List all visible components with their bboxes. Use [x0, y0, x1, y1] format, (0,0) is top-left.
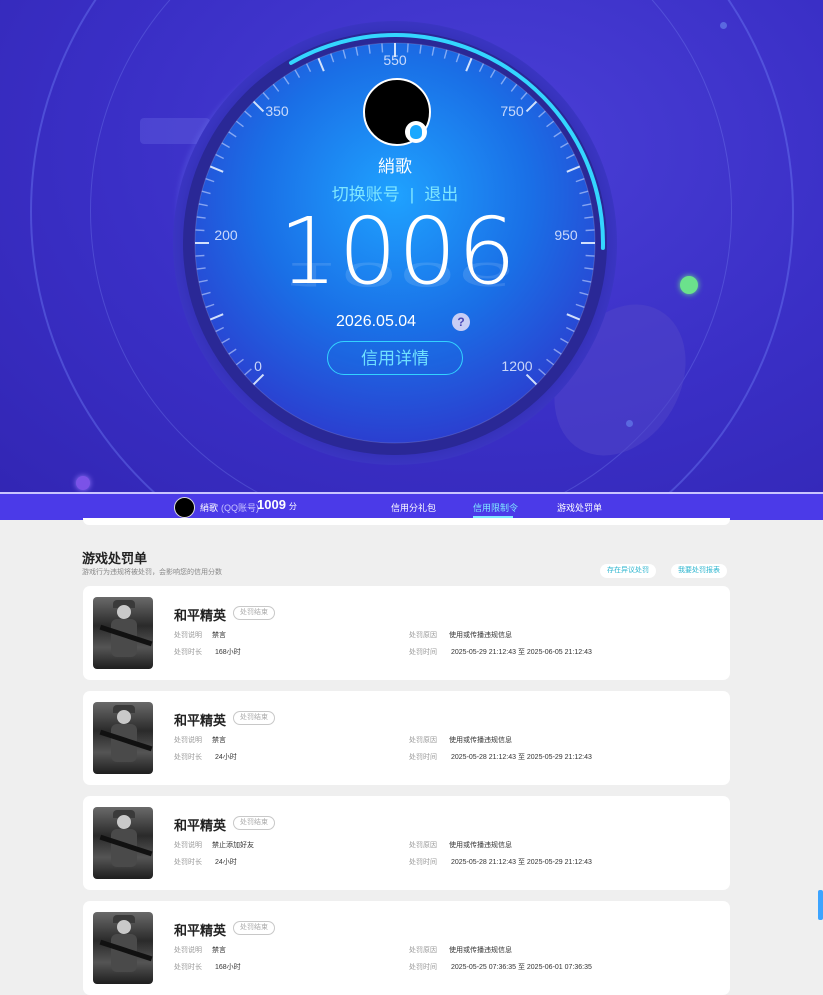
decor-dot-purple [76, 476, 90, 490]
score-date: 2026.05.04 [336, 313, 417, 330]
desc-label: 处罚说明 [174, 632, 202, 639]
reason-label: 处罚原因 [409, 842, 437, 849]
time-value: 2025-05-28 21:12:43 至 2025-05-29 21:12:4… [451, 754, 592, 761]
desc-value: 禁言 [212, 632, 226, 639]
nav-nickname: 綃歌 (QQ账号) [200, 503, 260, 513]
time-label: 处罚时间 [409, 754, 437, 761]
time-label: 处罚时间 [409, 859, 437, 866]
game-thumbnail [93, 702, 153, 774]
reason-value: 使用或传播违规信息 [449, 947, 512, 954]
duration-value: 168小时 [215, 649, 241, 656]
qq-icon [405, 121, 427, 143]
duration-value: 168小时 [215, 964, 241, 971]
nav-score: 1009 分 [257, 497, 297, 512]
credit-detail-button[interactable]: 信用详情 [327, 341, 463, 375]
status-badge: 处罚结束 [233, 921, 275, 935]
previous-card-edge [83, 518, 730, 525]
game-thumbnail [93, 597, 153, 669]
desc-label: 处罚说明 [174, 737, 202, 744]
gauge-tick-label: 550 [383, 52, 407, 68]
tab-restriction[interactable]: 信用限制令 [473, 501, 518, 514]
reason-value: 使用或传播违规信息 [449, 842, 512, 849]
time-value: 2025-05-25 07:36:35 至 2025-06-01 07:36:3… [451, 964, 592, 971]
gauge-tick-label: 750 [500, 103, 524, 119]
status-badge: 处罚结束 [233, 606, 275, 620]
game-thumbnail [93, 807, 153, 879]
gauge-tick-label: 1200 [501, 358, 532, 374]
credit-hero: 0 200 350 550 750 950 1200 綃歌 切换账号 | 退出 1006 100… [0, 0, 823, 492]
game-name: 和平精英 [174, 608, 227, 623]
tab-gift[interactable]: 信用分礼包 [391, 501, 436, 514]
duration-label: 处罚时长 [174, 859, 202, 866]
time-value: 2025-05-29 21:12:43 至 2025-06-05 21:12:4… [451, 649, 592, 656]
tab-penalty[interactable]: 游戏处罚单 [557, 501, 602, 514]
nav-avatar [174, 497, 195, 518]
gauge-tick-label: 350 [265, 103, 289, 119]
penalty-card[interactable]: 和平精英 处罚结束处罚说明 禁言处罚时长 24小时 处罚原因 使用或传播违规信息处罚时间 2… [83, 691, 730, 785]
duration-value: 24小时 [215, 859, 237, 866]
reason-label: 处罚原因 [409, 632, 437, 639]
reason-value: 使用或传播违规信息 [449, 632, 512, 639]
section-title: 游戏处罚单 [82, 551, 148, 566]
game-name: 和平精英 [174, 923, 227, 938]
help-icon[interactable]: ? [452, 313, 470, 331]
time-value: 2025-05-28 21:12:43 至 2025-05-29 21:12:4… [451, 859, 592, 866]
nickname: 綃歌 [378, 157, 412, 176]
desc-value: 禁止添加好友 [212, 842, 254, 849]
duration-label: 处罚时长 [174, 649, 202, 656]
report-button[interactable]: 我要处罚报表 [671, 564, 727, 578]
time-label: 处罚时间 [409, 964, 437, 971]
time-label: 处罚时间 [409, 649, 437, 656]
credit-score-reflection: 1006 [280, 255, 516, 293]
game-thumbnail [93, 912, 153, 984]
sticky-navbar: 綃歌 (QQ账号) 1009 分 信用分礼包 信用限制令 游戏处罚单 [0, 492, 823, 520]
reason-value: 使用或传播违规信息 [449, 737, 512, 744]
duration-label: 处罚时长 [174, 964, 202, 971]
reason-label: 处罚原因 [409, 737, 437, 744]
game-name: 和平精英 [174, 713, 227, 728]
decor-dot-green [680, 276, 698, 294]
game-name: 和平精英 [174, 818, 227, 833]
penalty-card[interactable]: 和平精英 处罚结束处罚说明 禁言处罚时长 168小时 处罚原因 使用或传播违规信息处罚时间… [83, 586, 730, 680]
scrollbar[interactable] [818, 890, 823, 920]
penalty-card[interactable]: 和平精英 处罚结束处罚说明 禁止添加好友处罚时长 24小时 处罚原因 使用或传播违规信息处… [83, 796, 730, 890]
desc-label: 处罚说明 [174, 842, 202, 849]
duration-label: 处罚时长 [174, 754, 202, 761]
status-badge: 处罚结束 [233, 816, 275, 830]
desc-value: 禁言 [212, 947, 226, 954]
reason-label: 处罚原因 [409, 947, 437, 954]
desc-value: 禁言 [212, 737, 226, 744]
gauge-tick-label: 0 [254, 358, 262, 374]
gauge-tick [406, 43, 409, 53]
section-subtitle: 游戏行为违规将被处罚，会影响您的信用分数 [82, 569, 222, 576]
duration-value: 24小时 [215, 754, 237, 761]
appeal-button[interactable]: 存在异议处罚 [600, 564, 656, 578]
status-badge: 处罚结束 [233, 711, 275, 725]
penalty-card[interactable]: 和平精英 处罚结束处罚说明 禁言处罚时长 168小时 处罚原因 使用或传播违规信息处罚时间… [83, 901, 730, 995]
desc-label: 处罚说明 [174, 947, 202, 954]
